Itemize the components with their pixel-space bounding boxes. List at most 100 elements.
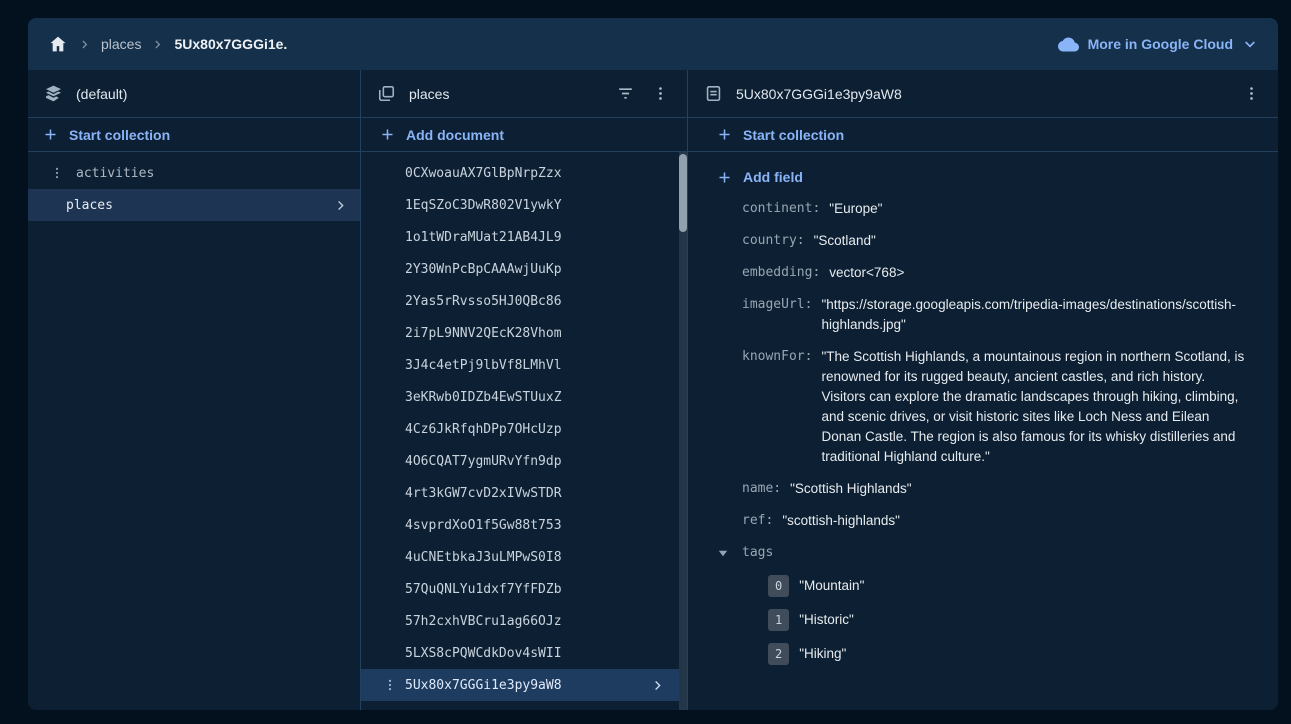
chevron-right-icon bbox=[151, 38, 164, 51]
start-collection-label: Start collection bbox=[743, 127, 844, 143]
field-key: name: bbox=[742, 479, 781, 499]
collection-title: places bbox=[409, 86, 449, 102]
collapse-arrow-icon bbox=[718, 548, 728, 558]
more-in-google-cloud-label: More in Google Cloud bbox=[1088, 36, 1233, 52]
field-value: "scottish-highlands" bbox=[782, 511, 900, 531]
field-ref[interactable]: ref: "scottish-highlands" bbox=[688, 511, 1278, 531]
home-icon[interactable] bbox=[48, 34, 68, 54]
more-vert-icon[interactable] bbox=[1241, 83, 1262, 104]
chevron-down-icon bbox=[1242, 36, 1258, 52]
document-icon bbox=[704, 84, 723, 103]
field-key: continent: bbox=[742, 199, 820, 219]
field-key: imageUrl: bbox=[742, 295, 812, 315]
document-row[interactable]: 2Y30WnPcBpCAAAwjUuKp bbox=[361, 253, 687, 285]
start-collection-label: Start collection bbox=[69, 127, 170, 143]
document-row[interactable]: 1EqSZoC3DwR802V1ywkY bbox=[361, 189, 687, 221]
document-row[interactable]: 4svprdXoO1f5Gw88t753 bbox=[361, 509, 687, 541]
collection-panel-header: places bbox=[361, 70, 687, 118]
tags-item-0[interactable]: 0 "Mountain" bbox=[688, 575, 1278, 597]
breadcrumb: places 5Ux80x7GGGi1e. bbox=[48, 34, 287, 54]
filter-icon[interactable] bbox=[614, 82, 637, 105]
document-row[interactable]: 4uCNEtbkaJ3uLMPwS0I8 bbox=[361, 541, 687, 573]
field-tags-toggle[interactable]: tags bbox=[688, 543, 1278, 563]
document-panel: 5Ux80x7GGGi1e3py9aW8 Start collection Ad… bbox=[688, 70, 1278, 710]
field-value: vector<768> bbox=[829, 263, 904, 283]
collection-item-activities[interactable]: activities bbox=[28, 157, 360, 189]
document-row[interactable]: 3J4c4etPj9lbVf8LMhVl bbox=[361, 349, 687, 381]
document-row[interactable]: 5cm3bwiuw2ecmUDu7Ql4 bbox=[361, 701, 687, 710]
document-row[interactable]: 4O6CQAT7ygmURvYfn9dp bbox=[361, 445, 687, 477]
collection-list: activities places bbox=[28, 152, 360, 221]
start-collection-button[interactable]: Start collection bbox=[28, 118, 360, 152]
more-vert-icon[interactable] bbox=[48, 166, 66, 180]
array-item-value: "Historic" bbox=[799, 610, 854, 630]
field-value: "Europe" bbox=[829, 199, 882, 219]
database-panel-header: (default) bbox=[28, 70, 360, 118]
more-in-google-cloud-button[interactable]: More in Google Cloud bbox=[1058, 34, 1258, 55]
field-imageUrl[interactable]: imageUrl: "https://storage.googleapis.co… bbox=[688, 295, 1278, 335]
array-index-badge: 0 bbox=[768, 575, 789, 597]
document-row-selected[interactable]: 5Ux80x7GGGi1e3py9aW8 bbox=[361, 669, 687, 701]
document-row[interactable]: 4rt3kGW7cvD2xIVwSTDR bbox=[361, 477, 687, 509]
chevron-right-icon bbox=[78, 38, 91, 51]
scrollbar-thumb[interactable] bbox=[679, 154, 687, 232]
field-knownFor[interactable]: knownFor: "The Scottish Highlands, a mou… bbox=[688, 347, 1278, 467]
array-item-value: "Hiking" bbox=[799, 644, 846, 664]
document-row[interactable]: 0CXwoauAX7GlBpNrpZzx bbox=[361, 157, 687, 189]
document-row[interactable]: 1o1tWDraMUat21AB4JL9 bbox=[361, 221, 687, 253]
breadcrumb-bar: places 5Ux80x7GGGi1e. More in Google Clo… bbox=[28, 18, 1278, 70]
field-key: knownFor: bbox=[742, 347, 812, 367]
plus-icon bbox=[717, 127, 732, 142]
document-row[interactable]: 2Yas5rRvsso5HJ0QBc86 bbox=[361, 285, 687, 317]
chevron-right-icon bbox=[333, 198, 348, 213]
array-index-badge: 1 bbox=[768, 609, 789, 631]
document-row[interactable]: 4Cz6JkRfqhDPp7OHcUzp bbox=[361, 413, 687, 445]
breadcrumb-document: 5Ux80x7GGGi1e. bbox=[174, 36, 287, 52]
database-title: (default) bbox=[76, 86, 127, 102]
add-document-label: Add document bbox=[406, 127, 504, 143]
plus-icon bbox=[380, 127, 395, 142]
breadcrumb-collection[interactable]: places bbox=[101, 36, 141, 52]
collection-item-places[interactable]: places bbox=[28, 189, 360, 221]
document-row[interactable]: 57QuQNLYu1dxf7YfFDZb bbox=[361, 573, 687, 605]
document-fields: Add field continent: "Europe" country: "… bbox=[688, 152, 1278, 710]
field-key: ref: bbox=[742, 511, 773, 531]
more-vert-icon[interactable] bbox=[650, 83, 671, 104]
array-index-badge: 2 bbox=[768, 643, 789, 665]
array-item-value: "Mountain" bbox=[799, 576, 864, 596]
field-country[interactable]: country: "Scotland" bbox=[688, 231, 1278, 251]
document-row[interactable]: 2i7pL9NNV2QEcK28Vhom bbox=[361, 317, 687, 349]
document-id: 5Ux80x7GGGi1e3py9aW8 bbox=[405, 678, 562, 693]
collection-item-label: places bbox=[66, 198, 113, 213]
add-field-label: Add field bbox=[743, 169, 803, 185]
plus-icon bbox=[43, 127, 58, 142]
field-embedding[interactable]: embedding: vector<768> bbox=[688, 263, 1278, 283]
document-panel-header: 5Ux80x7GGGi1e3py9aW8 bbox=[688, 70, 1278, 118]
field-value: "Scotland" bbox=[814, 231, 876, 251]
scrollbar-track[interactable] bbox=[679, 152, 687, 710]
plus-icon bbox=[717, 170, 732, 185]
add-document-button[interactable]: Add document bbox=[361, 118, 687, 152]
chevron-right-icon bbox=[650, 678, 665, 693]
add-field-button[interactable]: Add field bbox=[688, 161, 1278, 193]
tags-item-1[interactable]: 1 "Historic" bbox=[688, 609, 1278, 631]
document-row[interactable]: 5LXS8cPQWCdkDov4sWII bbox=[361, 637, 687, 669]
field-value: "The Scottish Highlands, a mountainous r… bbox=[821, 347, 1252, 467]
field-continent[interactable]: continent: "Europe" bbox=[688, 199, 1278, 219]
cloud-icon bbox=[1058, 34, 1079, 55]
start-collection-button[interactable]: Start collection bbox=[688, 118, 1278, 152]
collection-icon bbox=[377, 84, 396, 103]
collection-item-label: activities bbox=[76, 166, 154, 181]
field-name[interactable]: name: "Scottish Highlands" bbox=[688, 479, 1278, 499]
tags-item-2[interactable]: 2 "Hiking" bbox=[688, 643, 1278, 665]
database-panel: (default) Start collection activities pl… bbox=[28, 70, 360, 710]
document-list: 0CXwoauAX7GlBpNrpZzx 1EqSZoC3DwR802V1ywk… bbox=[361, 152, 687, 710]
field-value: "https://storage.googleapis.com/tripedia… bbox=[821, 295, 1252, 335]
firestore-console: places 5Ux80x7GGGi1e. More in Google Clo… bbox=[28, 18, 1278, 710]
document-row[interactable]: 3eKRwb0IDZb4EwSTUuxZ bbox=[361, 381, 687, 413]
more-vert-icon[interactable] bbox=[383, 678, 397, 692]
collection-panel: places Add document 0CXwoauAX7GlBpNrpZzx… bbox=[360, 70, 688, 710]
document-title: 5Ux80x7GGGi1e3py9aW8 bbox=[736, 86, 902, 102]
document-row[interactable]: 57h2cxhVBCru1ag66OJz bbox=[361, 605, 687, 637]
field-key: country: bbox=[742, 231, 805, 251]
